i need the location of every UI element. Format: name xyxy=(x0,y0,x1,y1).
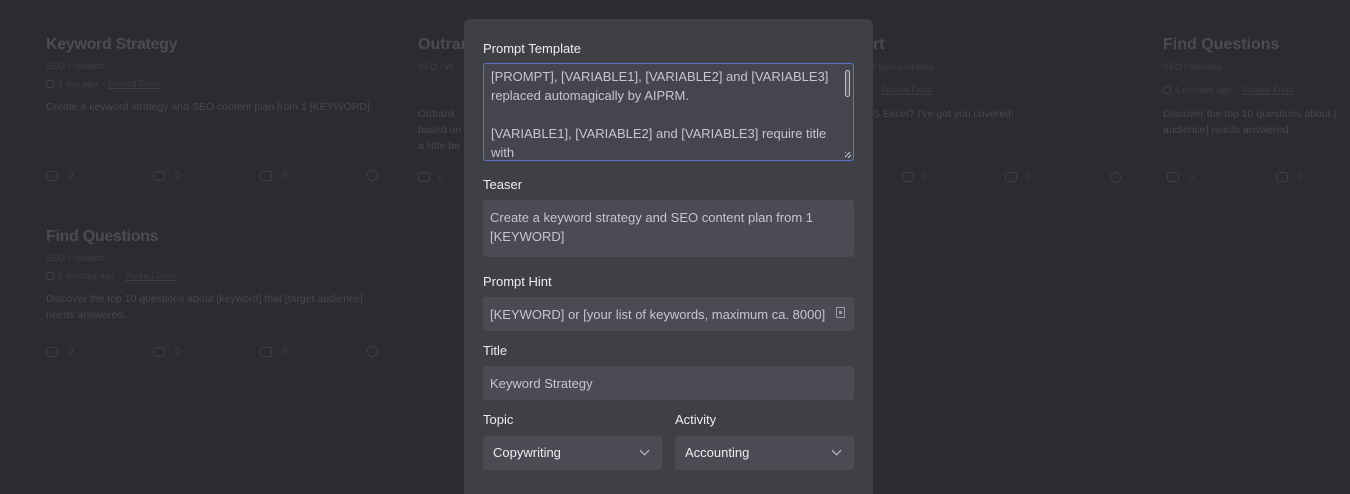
title-input[interactable]: Keyword Strategy xyxy=(483,366,854,400)
topic-label: Topic xyxy=(483,412,514,427)
card-description: Discover the top 10 questions about [ xyxy=(1163,108,1337,120)
prompt-card[interactable]: Find Questions SEO / Ideation 6 minutes … xyxy=(46,228,386,368)
card-time: 6 minutes ago xyxy=(58,271,115,281)
link-icon[interactable] xyxy=(364,167,381,184)
card-stats: 0 0 0 xyxy=(46,167,381,184)
eye-icon xyxy=(418,172,430,182)
likes-stat[interactable]: 0 xyxy=(1005,172,1035,182)
card-title: Find Questions xyxy=(1163,36,1280,53)
comments-stat: 0 xyxy=(1276,172,1316,182)
forked-link[interactable]: Forked From xyxy=(126,271,178,281)
card-category: SEO / W xyxy=(418,62,454,72)
views-stat: 0 xyxy=(46,346,153,357)
likes-stat[interactable]: 0 xyxy=(260,170,367,181)
views-stat: 0 xyxy=(46,170,153,181)
card-meta: 6 minutes ago · Forked From xyxy=(46,271,386,281)
comments-stat: 0 xyxy=(153,346,260,357)
lock-icon xyxy=(46,80,54,88)
activity-label: Activity xyxy=(675,412,717,427)
card-meta: 1 day ago · Forked From xyxy=(46,79,386,89)
topic-select[interactable]: Copywriting xyxy=(483,436,662,470)
comment-icon xyxy=(902,172,914,182)
likes-stat[interactable]: 0 xyxy=(260,346,367,357)
chevron-down-icon xyxy=(639,445,650,456)
link-icon[interactable] xyxy=(364,343,381,360)
lock-icon xyxy=(1163,86,1171,94)
teaser-label: Teaser xyxy=(483,177,523,192)
card-description: Create a keyword strategy and SEO conten… xyxy=(46,101,370,113)
resize-handle-icon[interactable] xyxy=(845,152,851,158)
lock-icon xyxy=(46,272,54,280)
eye-icon xyxy=(46,346,58,357)
forked-link[interactable]: Forked From xyxy=(109,79,161,89)
prompt-template-text: [PROMPT], [VARIABLE1], [VARIABLE2] and [… xyxy=(491,69,829,160)
thumbs-up-icon xyxy=(1005,172,1017,182)
prompt-card[interactable]: Keyword Strategy SEO / Ideation 1 day ag… xyxy=(46,36,386,196)
comment-icon xyxy=(153,346,166,357)
card-description: Outrank xyxy=(418,108,456,120)
prompt-hint-input[interactable]: [KEYWORD] or [your list of keywords, max… xyxy=(483,297,854,331)
comment-icon xyxy=(153,170,166,181)
card-description: based on xyxy=(418,124,462,136)
eye-icon xyxy=(46,170,58,181)
views-stat: 0 xyxy=(1167,172,1207,182)
card-title: rt xyxy=(873,36,885,53)
views-stat: 0 xyxy=(418,172,458,182)
activity-select[interactable]: Accounting xyxy=(675,436,854,470)
comment-icon xyxy=(1276,172,1288,182)
clipboard-icon[interactable] xyxy=(836,307,845,318)
card-description: Discover the top 10 questions about [key… xyxy=(46,293,363,321)
card-description: S Excel? I've got you covered! xyxy=(873,108,1014,120)
thumbs-up-icon xyxy=(260,170,273,181)
card-title: Keyword Strategy xyxy=(46,36,178,53)
link-icon[interactable] xyxy=(1107,169,1124,186)
comments-stat: 0 xyxy=(153,170,260,181)
textarea-scrollbar[interactable] xyxy=(845,70,850,97)
card-category: SEO / Ideation xyxy=(46,253,105,263)
prompt-template-label: Prompt Template xyxy=(483,41,582,56)
prompt-hint-label: Prompt Hint xyxy=(483,274,552,289)
topic-value: Copywriting xyxy=(493,445,561,460)
prompt-template-textarea[interactable]: [PROMPT], [VARIABLE1], [VARIABLE2] and [… xyxy=(483,63,854,161)
teaser-textarea[interactable]: Create a keyword strategy and SEO conten… xyxy=(483,200,854,257)
forked-link[interactable]: Forked From xyxy=(881,85,933,95)
card-description: audience] needs answered. xyxy=(1163,124,1292,136)
eye-icon xyxy=(1167,172,1179,182)
title-label: Title xyxy=(483,343,508,358)
thumbs-up-icon xyxy=(260,346,273,357)
activity-value: Accounting xyxy=(685,445,750,460)
card-category: / Spreadsheets xyxy=(873,62,934,72)
chevron-down-icon xyxy=(831,445,842,456)
card-description: a little be xyxy=(418,140,461,152)
edit-prompt-modal: Prompt Template [PROMPT], [VARIABLE1], [… xyxy=(464,19,873,494)
card-category: SEO / Ideation xyxy=(1163,62,1222,72)
prompt-hint-value: [KEYWORD] or [your list of keywords, max… xyxy=(490,307,826,322)
card-category: SEO / Ideation xyxy=(46,61,105,71)
card-meta: 6 minutes ago · Forked From xyxy=(1163,85,1294,95)
card-time: 1 day ago xyxy=(58,79,98,89)
card-stats: 0 0 0 xyxy=(46,343,381,360)
comments-stat: 0 xyxy=(902,172,932,182)
card-title: Outran xyxy=(418,36,471,53)
card-title: Find Questions xyxy=(46,228,159,245)
